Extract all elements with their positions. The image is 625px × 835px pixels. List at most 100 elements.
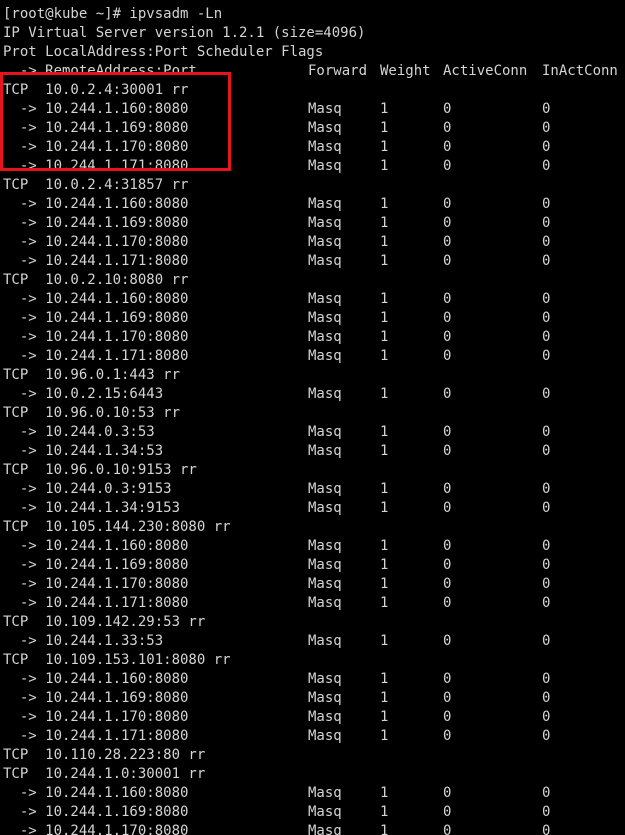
active-conn-value: 0	[443, 690, 452, 706]
real-server-row: -> 10.244.1.160:8080 Masq 1 0 0	[3, 537, 625, 556]
forward-method: Masq	[308, 690, 342, 706]
real-server-row: -> 10.244.1.170:8080 Masq 1 0 0	[3, 822, 625, 835]
forward-method: Masq	[308, 234, 342, 250]
weight-value: 1	[380, 443, 389, 459]
real-server-address: -> 10.244.1.170:8080	[3, 139, 189, 155]
weight-value: 1	[380, 101, 389, 117]
active-conn-value: 0	[443, 500, 452, 516]
weight-value: 1	[380, 139, 389, 155]
weight-value: 1	[380, 424, 389, 440]
terminal-window[interactable]: [root@kube ~]# ipvsadm -Ln IP Virtual Se…	[0, 0, 625, 835]
inact-conn-value: 0	[542, 823, 551, 835]
real-server-row: -> 10.244.1.169:8080 Masq 1 0 0	[3, 309, 625, 328]
real-server-address: -> 10.244.1.171:8080	[3, 728, 189, 744]
forward-method: Masq	[308, 139, 342, 155]
real-server-row: -> 10.244.1.170:8080 Masq 1 0 0	[3, 328, 625, 347]
real-server-row: -> 10.244.0.3:53 Masq 1 0 0	[3, 423, 625, 442]
inact-conn-value: 0	[542, 310, 551, 326]
service-entry: TCP 10.0.2.4:30001 rr	[3, 82, 189, 98]
real-server-address: -> 10.244.1.169:8080	[3, 557, 189, 573]
weight-value: 1	[380, 481, 389, 497]
inact-conn-value: 0	[542, 196, 551, 212]
real-server-address: -> 10.244.1.169:8080	[3, 215, 189, 231]
inact-conn-value: 0	[542, 500, 551, 516]
real-server-address: -> 10.244.1.169:8080	[3, 310, 189, 326]
active-conn-value: 0	[443, 785, 452, 801]
inact-conn-value: 0	[542, 443, 551, 459]
active-conn-value: 0	[443, 709, 452, 725]
forward-method: Masq	[308, 443, 342, 459]
weight-value: 1	[380, 500, 389, 516]
forward-method: Masq	[308, 576, 342, 592]
forward-method: Masq	[308, 253, 342, 269]
service-entry: TCP 10.109.153.101:8080 rr	[3, 652, 231, 668]
real-server-address: -> 10.0.2.15:6443	[3, 386, 164, 402]
real-server-row: -> 10.244.1.160:8080 Masq 1 0 0	[3, 100, 625, 119]
inact-conn-value: 0	[542, 671, 551, 687]
inact-conn-value: 0	[542, 348, 551, 364]
weight-value: 1	[380, 158, 389, 174]
inact-conn-value: 0	[542, 329, 551, 345]
forward-method: Masq	[308, 804, 342, 820]
real-server-address: -> 10.244.1.170:8080	[3, 329, 189, 345]
inact-conn-value: 0	[542, 234, 551, 250]
real-server-address: -> 10.244.1.170:8080	[3, 709, 189, 725]
forward-method: Masq	[308, 671, 342, 687]
forward-method: Masq	[308, 196, 342, 212]
inact-conn-value: 0	[542, 595, 551, 611]
real-server-row: -> 10.244.0.3:9153 Masq 1 0 0	[3, 480, 625, 499]
active-conn-value: 0	[443, 348, 452, 364]
header-forward: Forward	[308, 63, 368, 79]
inact-conn-value: 0	[542, 139, 551, 155]
real-server-address: -> 10.244.1.170:8080	[3, 823, 189, 835]
real-server-row: -> 10.244.1.160:8080 Masq 1 0 0	[3, 784, 625, 803]
forward-method: Masq	[308, 329, 342, 345]
header-weight: Weight	[380, 63, 431, 79]
header-active-conn: ActiveConn	[443, 63, 528, 79]
real-server-row: -> 10.244.1.34:53 Masq 1 0 0	[3, 442, 625, 461]
real-server-address: -> 10.244.1.169:8080	[3, 690, 189, 706]
service-entry: TCP 10.0.2.4:31857 rr	[3, 177, 189, 193]
real-server-row: -> 10.244.1.169:8080 Masq 1 0 0	[3, 556, 625, 575]
weight-value: 1	[380, 291, 389, 307]
real-server-address: -> 10.244.1.33:53	[3, 633, 164, 649]
forward-method: Masq	[308, 386, 342, 402]
service-entry: TCP 10.244.1.0:30001 rr	[3, 766, 206, 782]
active-conn-value: 0	[443, 671, 452, 687]
real-server-address: -> 10.244.1.171:8080	[3, 348, 189, 364]
forward-method: Masq	[308, 785, 342, 801]
active-conn-value: 0	[443, 139, 452, 155]
weight-value: 1	[380, 215, 389, 231]
forward-method: Masq	[308, 424, 342, 440]
real-server-address: -> 10.244.1.170:8080	[3, 234, 189, 250]
inact-conn-value: 0	[542, 424, 551, 440]
service-entry: TCP 10.96.0.10:53 rr	[3, 405, 181, 421]
weight-value: 1	[380, 348, 389, 364]
weight-value: 1	[380, 595, 389, 611]
real-server-row: -> 10.244.1.171:8080 Masq 1 0 0	[3, 594, 625, 613]
forward-method: Masq	[308, 709, 342, 725]
inact-conn-value: 0	[542, 101, 551, 117]
weight-value: 1	[380, 576, 389, 592]
header-line-reals: -> RemoteAddress:Port Forward Weight Act…	[3, 62, 625, 81]
forward-method: Masq	[308, 101, 342, 117]
inact-conn-value: 0	[542, 690, 551, 706]
real-server-row: -> 10.244.1.171:8080 Masq 1 0 0	[3, 727, 625, 746]
weight-value: 1	[380, 538, 389, 554]
version-line: IP Virtual Server version 1.2.1 (size=40…	[3, 25, 366, 41]
real-server-address: -> 10.244.1.34:9153	[3, 500, 181, 516]
real-server-address: -> 10.244.1.160:8080	[3, 671, 189, 687]
active-conn-value: 0	[443, 728, 452, 744]
real-server-row: -> 10.244.1.169:8080 Masq 1 0 0	[3, 119, 625, 138]
inact-conn-value: 0	[542, 481, 551, 497]
command-prompt: [root@kube ~]# ipvsadm -Ln	[3, 6, 223, 22]
inact-conn-value: 0	[542, 633, 551, 649]
weight-value: 1	[380, 633, 389, 649]
header-inact-conn: InActConn	[542, 63, 618, 79]
active-conn-value: 0	[443, 386, 452, 402]
active-conn-value: 0	[443, 158, 452, 174]
real-server-address: -> 10.244.1.171:8080	[3, 253, 189, 269]
inact-conn-value: 0	[542, 576, 551, 592]
active-conn-value: 0	[443, 538, 452, 554]
weight-value: 1	[380, 785, 389, 801]
